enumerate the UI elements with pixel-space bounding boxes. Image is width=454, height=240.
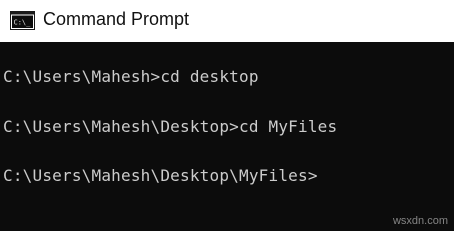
console-line: C:\Users\Mahesh\Desktop>cd MyFiles xyxy=(3,117,338,136)
window-title: Command Prompt xyxy=(43,9,190,29)
command-prompt-window: C:\_ Command Prompt C:\Users\Mahesh>cd d… xyxy=(0,0,454,231)
console-line: C:\Users\Mahesh>cd desktop xyxy=(3,67,259,86)
console-prompt-line: C:\Users\Mahesh\Desktop\MyFiles> xyxy=(3,166,318,185)
watermark-text: wsxdn.com xyxy=(392,215,448,227)
console-output[interactable]: C:\Users\Mahesh>cd desktop C:\Users\Mahe… xyxy=(0,42,454,231)
cmd-icon: C:\_ xyxy=(10,11,35,30)
title-bar[interactable]: C:\_ Command Prompt xyxy=(0,0,454,42)
svg-text:C:\_: C:\_ xyxy=(14,19,32,27)
